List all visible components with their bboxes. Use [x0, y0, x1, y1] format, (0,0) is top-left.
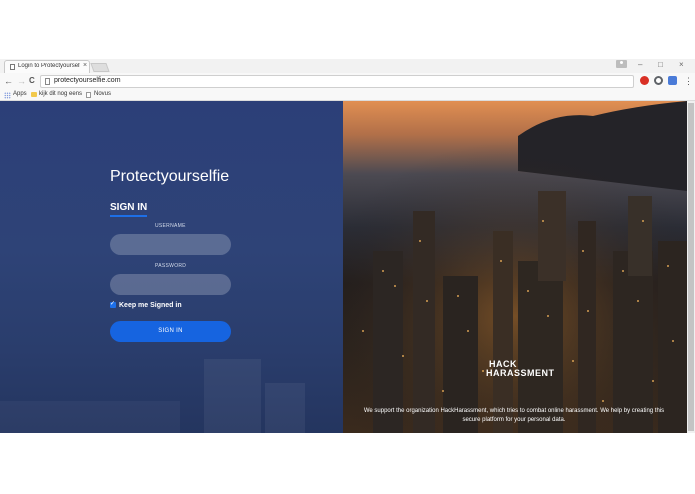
city-photo [343, 101, 687, 433]
keep-signed-in-label[interactable]: Keep me Signed in [119, 302, 182, 309]
page-icon [86, 92, 91, 98]
signin-button[interactable]: SIGN IN [110, 321, 231, 342]
password-label: PASSWORD [155, 263, 187, 269]
maximize-button[interactable]: □ [658, 60, 663, 69]
hackharassment-logo: HACK HARASSMENT [486, 360, 555, 378]
browser-toolbar: ← → C protectyourselfie.com ⋮ [0, 73, 695, 90]
city-photo-art [343, 101, 687, 433]
bookmark-kijk-dit-nog-eens[interactable]: kijk dit nog eens [39, 91, 82, 97]
close-tab-icon[interactable]: × [83, 62, 87, 69]
profile-icon[interactable] [616, 60, 627, 68]
page-info-icon[interactable] [45, 78, 50, 85]
logo-line-2: HARASSMENT [486, 368, 555, 378]
forward-button[interactable]: → [17, 76, 26, 86]
site-title: Protectyourselfie [110, 168, 230, 185]
username-input[interactable] [110, 234, 231, 255]
browser-chrome: Login to Protectyourselfie × – □ × ← → C… [0, 59, 695, 101]
signin-heading: SIGN IN [110, 202, 148, 213]
folder-icon [31, 92, 37, 97]
new-tab-button[interactable] [90, 63, 110, 72]
password-input[interactable] [110, 274, 231, 295]
background-building [204, 359, 261, 433]
login-page [0, 101, 687, 433]
signin-underline [110, 215, 147, 217]
tab-title: Login to Protectyourselfie [18, 63, 80, 69]
promo-description: We support the organization HackHarassme… [363, 408, 665, 423]
apps-grid-icon[interactable] [4, 92, 11, 99]
back-button[interactable]: ← [4, 76, 13, 86]
bookmark-novus[interactable]: Novus [94, 91, 111, 97]
background-building [265, 383, 305, 433]
search-extension-icon[interactable] [654, 76, 663, 85]
scrollbar-thumb[interactable] [688, 103, 694, 431]
translate-extension-icon[interactable] [668, 76, 677, 85]
reload-button[interactable]: C [29, 76, 35, 86]
browser-tab[interactable]: Login to Protectyourselfie × [4, 60, 90, 73]
bookmark-apps[interactable]: Apps [13, 91, 27, 97]
close-window-button[interactable]: × [679, 60, 684, 69]
tab-strip: Login to Protectyourselfie × – □ × [0, 59, 695, 73]
bookmarks-bar: Apps kijk dit nog eens Novus [0, 90, 695, 101]
extension-red-icon[interactable] [640, 76, 649, 85]
page-icon [10, 64, 15, 70]
browser-menu-icon[interactable]: ⋮ [684, 76, 693, 86]
username-label: USERNAME [155, 223, 186, 229]
address-url[interactable]: protectyourselfie.com [54, 77, 121, 84]
keep-signed-in-checkbox[interactable] [110, 300, 116, 308]
background-shore [0, 401, 180, 433]
minimize-button[interactable]: – [638, 60, 642, 69]
address-bar[interactable]: protectyourselfie.com [40, 75, 634, 88]
